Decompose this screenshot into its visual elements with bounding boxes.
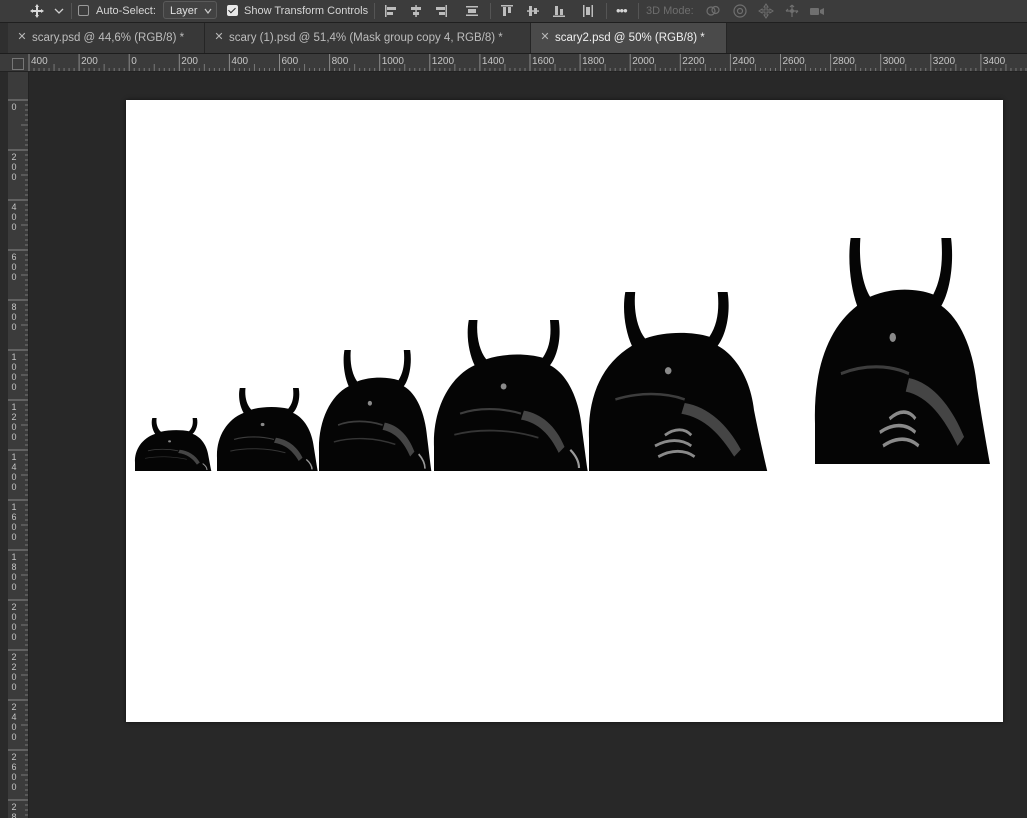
ruler-corner[interactable] — [0, 54, 28, 72]
ruler-label: 200 — [11, 152, 17, 182]
monster-figure — [432, 318, 589, 473]
tab-title: scary2.psd @ 50% (RGB/8) * — [555, 32, 705, 44]
ruler-label: 200 — [81, 56, 98, 67]
left-edge-strip — [0, 72, 8, 818]
ruler-label: 400 — [231, 56, 249, 67]
ruler-origin-icon — [12, 58, 24, 70]
ruler-label: 800 — [331, 56, 349, 67]
horizontal-ruler-ticks — [28, 54, 1027, 71]
ruler-label: 2800 — [832, 56, 855, 67]
ruler-label: 2600 — [11, 752, 17, 792]
auto-select-label: Auto-Select: — [96, 5, 156, 17]
toolbar-divider — [374, 3, 375, 19]
ruler-label: 2400 — [732, 56, 755, 67]
ruler-label: 0 — [131, 56, 137, 67]
monster-figure — [216, 387, 319, 472]
ruler-label: 800 — [11, 302, 17, 332]
ruler-label: 2200 — [682, 56, 705, 67]
roll-3d-icon[interactable] — [732, 3, 748, 19]
toolbar-divider — [490, 3, 491, 19]
document-tabs: ✕ scary.psd @ 44,6% (RGB/8) * ✕ scary (1… — [0, 23, 1027, 54]
artwork — [134, 236, 992, 473]
ruler-label: 1200 — [11, 402, 17, 442]
ruler-label: 3200 — [932, 56, 956, 67]
ruler-label: 3000 — [882, 56, 905, 67]
ruler-label: 600 — [11, 252, 17, 282]
ruler-label: 1600 — [532, 56, 555, 67]
distribute-icon[interactable] — [464, 3, 480, 19]
pan-3d-icon[interactable] — [758, 3, 774, 19]
ruler-label: 200 — [181, 56, 198, 67]
mode-3d-label: 3D Mode: — [646, 5, 694, 17]
ruler-label: 1800 — [11, 552, 17, 592]
more-options-button[interactable]: ••• — [616, 0, 628, 22]
align-right-icon[interactable] — [433, 3, 449, 19]
slide-3d-icon[interactable] — [784, 3, 800, 19]
tab-title: scary (1).psd @ 51,4% (Mask group copy 4… — [229, 32, 503, 44]
tab-scary-1-psd[interactable]: ✕ scary (1).psd @ 51,4% (Mask group copy… — [205, 23, 531, 53]
align-middle-icon[interactable] — [525, 3, 541, 19]
ruler-label: 2600 — [782, 56, 805, 67]
auto-select-value: Layer — [170, 5, 198, 17]
toolbar-divider — [606, 3, 607, 19]
auto-select-checkbox[interactable] — [78, 5, 89, 16]
options-bar: Auto-Select: Layer Show Transform Contro… — [0, 0, 1027, 23]
orbit-3d-icon[interactable] — [705, 3, 721, 19]
move-tool-icon[interactable] — [29, 3, 45, 19]
ruler-label: 0 — [11, 102, 17, 112]
align-left-icon[interactable] — [383, 3, 399, 19]
align-bottom-icon[interactable] — [551, 3, 567, 19]
ruler-label: 2000 — [11, 602, 17, 642]
tab-scary-psd[interactable]: ✕ scary.psd @ 44,6% (RGB/8) * — [8, 23, 205, 53]
ruler-label: 1400 — [481, 56, 505, 67]
ruler-label: 1600 — [11, 502, 17, 542]
ruler-label: 2800 — [11, 802, 17, 818]
ruler-label: 1000 — [11, 352, 17, 392]
ruler-label: 600 — [281, 56, 299, 67]
ruler-label: 1200 — [431, 56, 455, 67]
toolbar-divider — [71, 3, 72, 19]
ruler-label: 2200 — [11, 652, 17, 692]
close-icon[interactable]: ✕ — [213, 31, 225, 43]
monster-figure — [813, 236, 992, 466]
vertical-ruler[interactable]: 0 200 400 600 800 1000 1200 1400 1600 1800 2000 220… — [8, 72, 29, 818]
ruler-label: 1000 — [381, 56, 404, 67]
ruler-label: 1400 — [11, 452, 17, 492]
show-transform-checkbox[interactable] — [227, 5, 238, 16]
auto-select-dropdown[interactable]: Layer — [163, 1, 217, 19]
close-icon[interactable]: ✕ — [16, 31, 28, 43]
ruler-label: 2000 — [632, 56, 655, 67]
show-transform-label: Show Transform Controls — [244, 5, 369, 17]
ruler-label: 3400 — [982, 56, 1006, 67]
document-canvas[interactable] — [126, 100, 1003, 722]
chevron-down-icon[interactable] — [51, 3, 67, 19]
tab-scary2-psd[interactable]: ✕ scary2.psd @ 50% (RGB/8) * — [531, 23, 727, 53]
ruler-label: 400 — [31, 56, 48, 67]
camera-3d-icon[interactable] — [809, 3, 825, 19]
dropdown-chevron-icon — [204, 8, 212, 14]
monster-figure — [587, 290, 769, 473]
distribute-vertical-icon[interactable] — [580, 3, 596, 19]
ruler-label: 2400 — [11, 702, 17, 742]
tab-title: scary.psd @ 44,6% (RGB/8) * — [32, 32, 185, 44]
close-icon[interactable]: ✕ — [539, 31, 551, 43]
ruler-label: 400 — [11, 202, 17, 232]
horizontal-ruler[interactable]: 400 200 0 200 400 600 800 1000 1200 1400 1600 1800 2… — [28, 54, 1027, 72]
monster-figure — [134, 417, 212, 472]
ruler-label: 1800 — [582, 56, 605, 67]
monster-figure — [318, 349, 433, 472]
align-top-icon[interactable] — [499, 3, 515, 19]
toolbar-divider — [638, 3, 639, 19]
align-center-icon[interactable] — [408, 3, 424, 19]
